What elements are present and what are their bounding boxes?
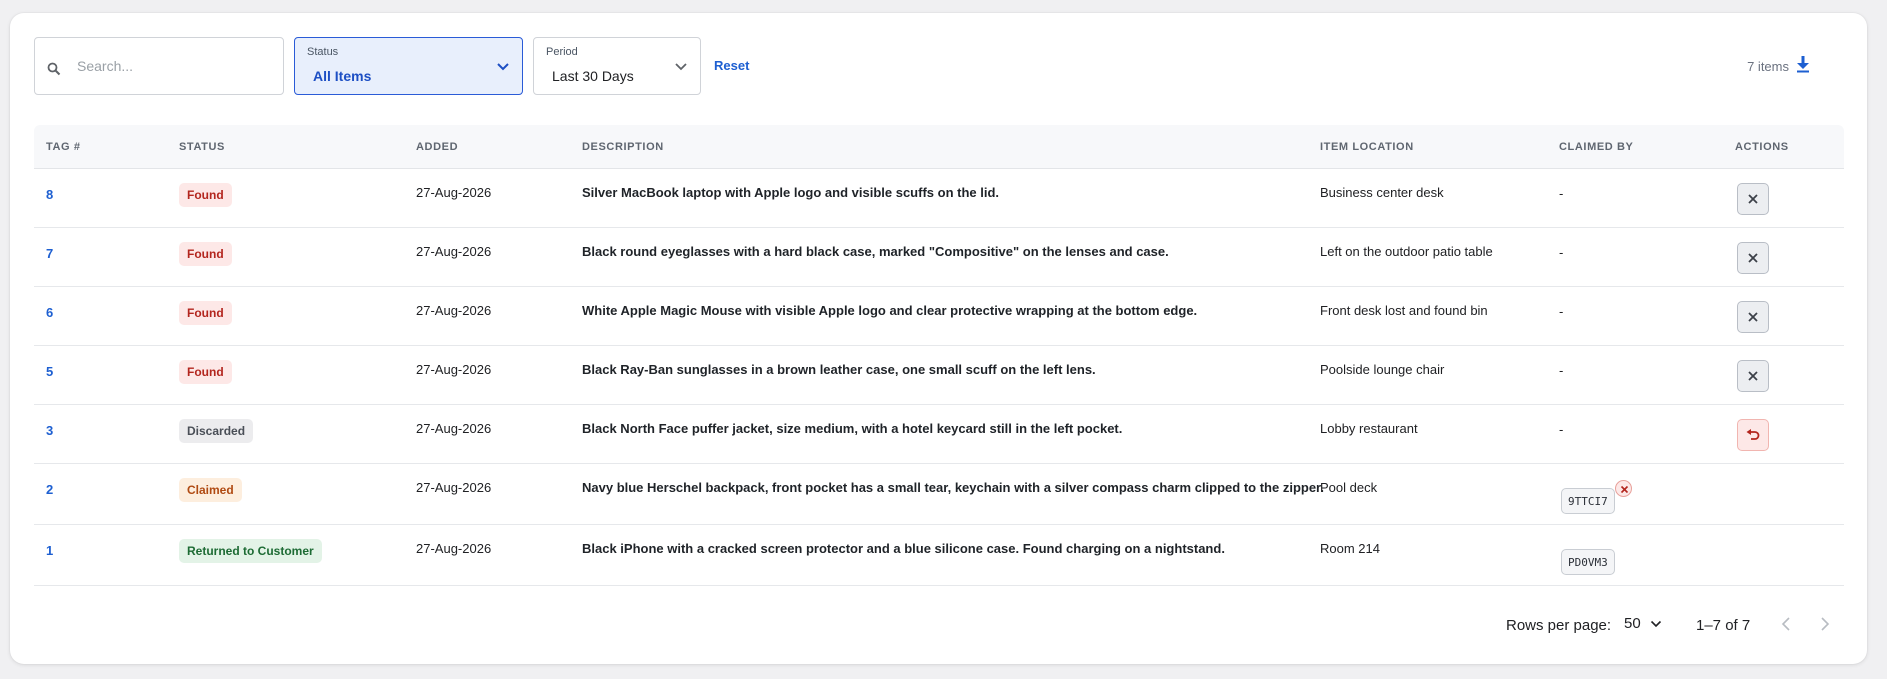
column-header-actions: ACTIONS (1735, 141, 1789, 153)
download-icon[interactable] (1795, 55, 1811, 73)
claimed-by: - (1559, 304, 1564, 319)
table-row: 5 Found 27-Aug-2026 Black Ray-Ban sungla… (34, 346, 1844, 405)
item-description: Black North Face puffer jacket, size med… (582, 421, 1123, 436)
period-filter-label: Period (546, 46, 578, 58)
column-header-tag: TAG # (46, 141, 81, 153)
added-date: 27-Aug-2026 (416, 185, 492, 200)
claimed-by: - (1559, 245, 1564, 260)
column-header-claimed-by: CLAIMED BY (1559, 141, 1634, 153)
search-icon (47, 62, 61, 76)
tag-number-link[interactable]: 1 (46, 543, 53, 558)
discard-button[interactable] (1737, 242, 1769, 274)
added-date: 27-Aug-2026 (416, 421, 492, 436)
period-filter-select[interactable]: Period Last 30 Days (533, 37, 701, 95)
claim-code-chip: 9TTCI7 (1561, 488, 1615, 514)
search-input[interactable]: Search... (34, 37, 284, 95)
added-date: 27-Aug-2026 (416, 244, 492, 259)
claimed-by: - (1559, 363, 1564, 378)
status-badge: Found (179, 242, 232, 266)
discard-button[interactable] (1737, 360, 1769, 392)
chevron-left-icon[interactable] (1779, 616, 1795, 632)
close-icon (1748, 312, 1758, 322)
tag-number-link[interactable]: 7 (46, 246, 53, 261)
claimed-by: - (1559, 186, 1564, 201)
column-header-added: ADDED (416, 141, 459, 153)
item-description: Silver MacBook laptop with Apple logo an… (582, 185, 1000, 200)
item-location: Poolside lounge chair (1320, 362, 1445, 377)
item-location: Left on the outdoor patio table (1320, 244, 1493, 259)
status-filter-value: All Items (313, 68, 372, 84)
column-header-description: DESCRIPTION (582, 141, 664, 153)
items-table: TAG # STATUS ADDED DESCRIPTION ITEM LOCA… (34, 125, 1844, 586)
column-header-item-location: ITEM LOCATION (1320, 141, 1414, 153)
added-date: 27-Aug-2026 (416, 541, 492, 556)
restore-button[interactable] (1737, 419, 1769, 451)
status-badge: Found (179, 301, 232, 325)
reset-button[interactable]: Reset (714, 58, 749, 73)
close-icon (1620, 485, 1629, 494)
status-badge: Claimed (179, 478, 242, 502)
table-row: 7 Found 27-Aug-2026 Black round eyeglass… (34, 228, 1844, 287)
table-row: 3 Discarded 27-Aug-2026 Black North Face… (34, 405, 1844, 464)
status-badge: Returned to Customer (179, 539, 322, 563)
item-description: Navy blue Herschel backpack, front pocke… (582, 480, 1325, 495)
items-card: Search... Status All Items Period Last 3… (10, 13, 1867, 664)
search-placeholder: Search... (77, 58, 134, 74)
tag-number-link[interactable]: 5 (46, 364, 53, 379)
item-count: 7 items (1747, 59, 1789, 74)
tag-number-link[interactable]: 6 (46, 305, 53, 320)
close-icon (1748, 371, 1758, 381)
status-badge: Discarded (179, 419, 254, 443)
item-description: White Apple Magic Mouse with visible App… (582, 303, 1198, 318)
item-description: Black round eyeglasses with a hard black… (582, 244, 1169, 259)
item-location: Room 214 (1320, 541, 1380, 556)
rows-per-page-label: Rows per page: (1506, 617, 1612, 634)
chevron-down-icon (497, 63, 509, 71)
status-filter-label: Status (307, 46, 339, 58)
period-filter-value: Last 30 Days (552, 68, 634, 84)
added-date: 27-Aug-2026 (416, 362, 492, 377)
item-description: Black Ray-Ban sunglasses in a brown leat… (582, 362, 1096, 377)
status-filter-select[interactable]: Status All Items (294, 37, 523, 95)
discard-button[interactable] (1737, 183, 1769, 215)
close-icon (1748, 253, 1758, 263)
added-date: 27-Aug-2026 (416, 303, 492, 318)
column-header-status: STATUS (179, 141, 225, 153)
status-badge: Found (179, 183, 232, 207)
table-row: 8 Found 27-Aug-2026 Silver MacBook lapto… (34, 169, 1844, 228)
pagination-range: 1–7 of 7 (1696, 617, 1751, 634)
added-date: 27-Aug-2026 (416, 480, 492, 495)
claim-code-chip: PD0VM3 (1561, 549, 1615, 575)
chevron-down-icon (675, 63, 687, 71)
item-location: Lobby restaurant (1320, 421, 1418, 436)
tag-number-link[interactable]: 3 (46, 423, 53, 438)
item-description: Black iPhone with a cracked screen prote… (582, 541, 1225, 556)
table-header: TAG # STATUS ADDED DESCRIPTION ITEM LOCA… (34, 125, 1844, 169)
chevron-right-icon[interactable] (1816, 616, 1832, 632)
item-location: Front desk lost and found bin (1320, 303, 1488, 318)
item-location: Pool deck (1320, 480, 1378, 495)
table-row: 6 Found 27-Aug-2026 White Apple Magic Mo… (34, 287, 1844, 346)
tag-number-link[interactable]: 8 (46, 187, 53, 202)
chevron-down-icon (1650, 620, 1662, 628)
rows-per-page-select[interactable]: 50 (1624, 615, 1662, 632)
discard-button[interactable] (1737, 301, 1769, 333)
table-row: 2 Claimed 27-Aug-2026 Navy blue Herschel… (34, 464, 1844, 525)
item-location: Business center desk (1320, 185, 1444, 200)
close-icon (1748, 194, 1758, 204)
table-row: 1 Returned to Customer 27-Aug-2026 Black… (34, 525, 1844, 586)
undo-icon (1746, 429, 1760, 440)
rows-per-page-value: 50 (1624, 615, 1641, 632)
tag-number-link[interactable]: 2 (46, 482, 53, 497)
status-badge: Found (179, 360, 232, 384)
remove-claim-button[interactable] (1615, 480, 1632, 497)
claimed-by: - (1559, 422, 1564, 437)
